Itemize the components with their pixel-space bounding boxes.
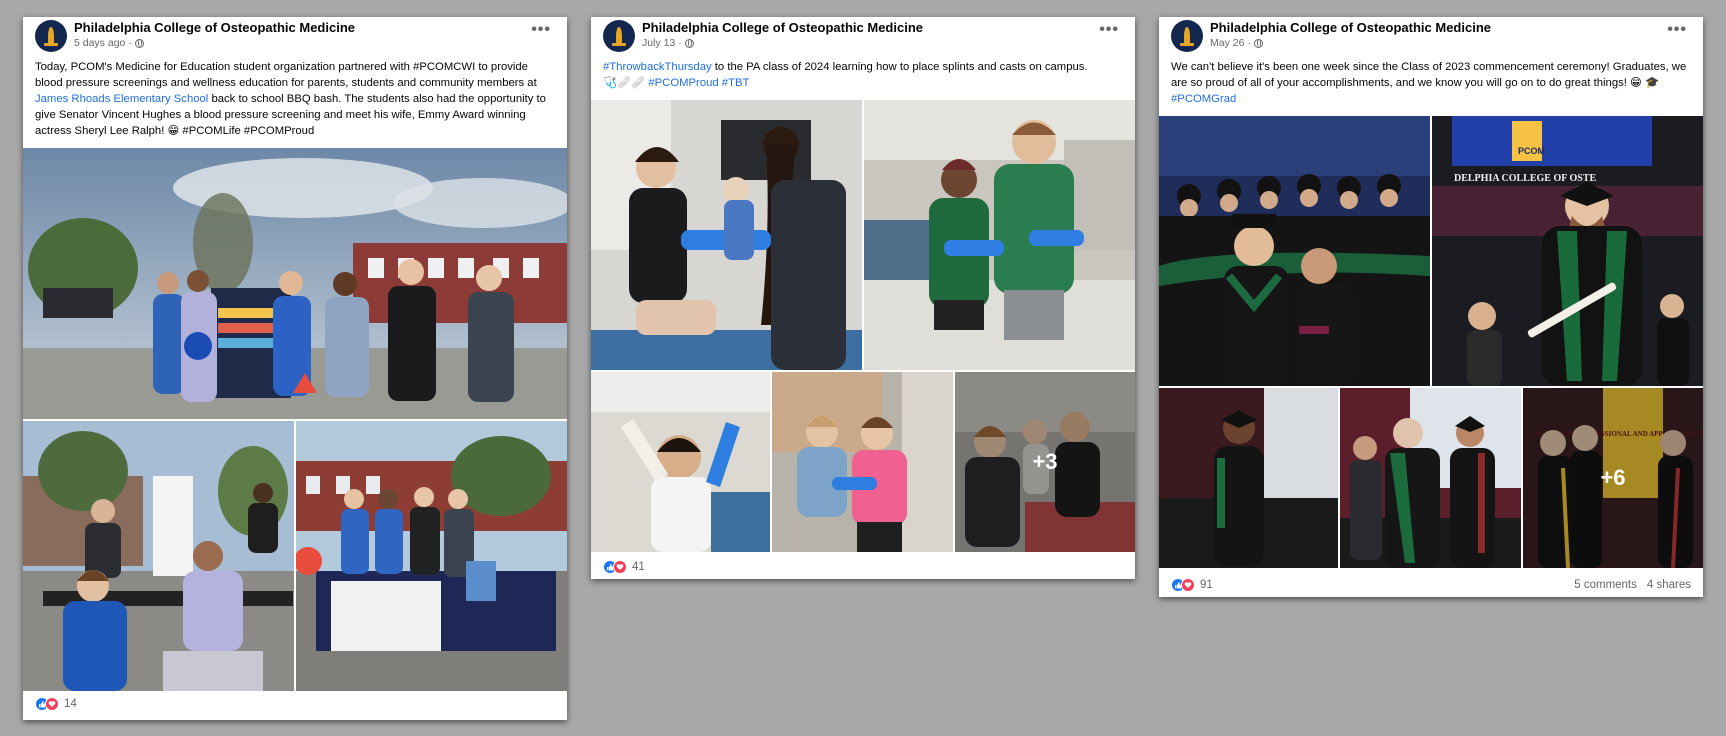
hashtag-link[interactable]: #PCOMGrad	[1171, 93, 1236, 105]
reaction-count: 14	[64, 698, 77, 710]
post-photo-3[interactable]	[296, 421, 567, 691]
banner-text: DELPHIA COLLEGE OF OSTE	[1454, 173, 1596, 184]
post-photo-2[interactable]	[864, 100, 1135, 370]
reactions-summary[interactable]: 41	[603, 560, 645, 574]
post-meta: May 26 ·	[1210, 37, 1263, 49]
post-photo-4[interactable]	[772, 372, 953, 552]
post-time[interactable]: 5 days ago	[74, 37, 125, 49]
post-photo-1[interactable]	[23, 148, 567, 419]
post-header: Philadelphia College of Osteopathic Medi…	[591, 17, 1135, 57]
hashtag-link[interactable]: #PCOMProud #TBT	[648, 77, 749, 89]
engagement-stats: 5 comments 4 shares	[1574, 579, 1691, 591]
reaction-count: 91	[1200, 579, 1213, 591]
hashtag-link[interactable]: #ThrowbackThursday	[603, 61, 712, 73]
more-photos-overlay[interactable]: +3	[955, 372, 1135, 552]
more-options-icon[interactable]: •••	[1667, 21, 1687, 39]
post-card-3: Philadelphia College of Osteopathic Medi…	[1159, 17, 1703, 597]
post-time[interactable]: May 26	[1210, 37, 1244, 49]
page-avatar[interactable]	[35, 20, 67, 52]
school-link[interactable]: James Rhoads Elementary School	[35, 93, 208, 105]
post-header: Philadelphia College of Osteopathic Medi…	[23, 17, 567, 57]
love-reaction-icon	[45, 697, 59, 711]
banner-logo-text: PCOM	[1518, 146, 1545, 156]
post-emoji: 🩺🩹🩹	[603, 77, 646, 89]
page-avatar[interactable]	[603, 20, 635, 52]
post-card-2: Philadelphia College of Osteopathic Medi…	[591, 17, 1135, 579]
page-name[interactable]: Philadelphia College of Osteopathic Medi…	[1210, 20, 1491, 35]
post-meta: 5 days ago ·	[74, 37, 144, 49]
post-text: Today, PCOM's Medicine for Education stu…	[35, 59, 557, 139]
more-options-icon[interactable]: •••	[1099, 21, 1119, 39]
reactions-summary[interactable]: 14	[35, 697, 77, 711]
shares-count-link[interactable]: 4 shares	[1647, 579, 1691, 591]
post-text-part: We can't believe it's been one week sinc…	[1171, 61, 1687, 89]
page-avatar[interactable]	[1171, 20, 1203, 52]
post-photo-5[interactable]: +3	[955, 372, 1135, 552]
post-photo-2[interactable]: PCOM DELPHIA COLLEGE OF OSTE	[1432, 116, 1703, 386]
love-reaction-icon	[613, 560, 627, 574]
post-card-1: Philadelphia College of Osteopathic Medi…	[23, 17, 567, 720]
post-photo-1[interactable]	[591, 100, 862, 370]
post-photo-5[interactable]: SCHOOL OF PROFESSIONAL AND APPLIED PSYCH…	[1523, 388, 1703, 568]
more-photos-overlay[interactable]: +6	[1523, 388, 1703, 568]
comments-count-link[interactable]: 5 comments	[1574, 579, 1637, 591]
reactions-summary[interactable]: 91	[1171, 578, 1213, 592]
love-reaction-icon	[1181, 578, 1195, 592]
post-header: Philadelphia College of Osteopathic Medi…	[1159, 17, 1703, 57]
post-photo-1[interactable]	[1159, 116, 1430, 386]
page-name[interactable]: Philadelphia College of Osteopathic Medi…	[642, 20, 923, 35]
public-globe-icon	[134, 38, 144, 48]
post-text: #ThrowbackThursday to the PA class of 20…	[603, 59, 1125, 91]
post-photo-4[interactable]	[1340, 388, 1521, 568]
public-globe-icon	[1253, 38, 1263, 48]
post-photo-3[interactable]	[591, 372, 770, 552]
post-photo-3[interactable]	[1159, 388, 1338, 568]
more-options-icon[interactable]: •••	[531, 21, 551, 39]
page-name[interactable]: Philadelphia College of Osteopathic Medi…	[74, 20, 355, 35]
post-text-part: Today, PCOM's Medicine for Education stu…	[35, 61, 537, 89]
post-meta: July 13 ·	[642, 37, 694, 49]
reaction-count: 41	[632, 561, 645, 573]
post-time[interactable]: July 13	[642, 37, 675, 49]
post-text-part: to the PA class of 2024 learning how to …	[711, 61, 1088, 73]
post-photo-2[interactable]	[23, 421, 294, 691]
post-text: We can't believe it's been one week sinc…	[1171, 59, 1693, 107]
public-globe-icon	[684, 38, 694, 48]
